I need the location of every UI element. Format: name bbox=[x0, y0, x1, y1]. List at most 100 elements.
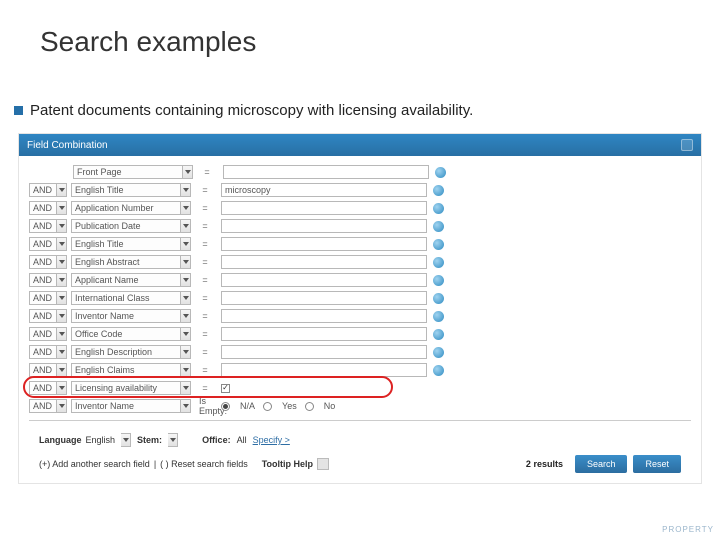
help-icon[interactable] bbox=[433, 203, 444, 214]
chevron-down-icon[interactable] bbox=[57, 237, 67, 251]
chevron-down-icon[interactable] bbox=[181, 381, 191, 395]
help-icon[interactable] bbox=[433, 221, 444, 232]
chevron-down-icon[interactable] bbox=[181, 237, 191, 251]
tooltip-help-toggle[interactable] bbox=[317, 458, 329, 470]
chevron-down-icon[interactable] bbox=[57, 183, 67, 197]
help-icon[interactable] bbox=[433, 275, 444, 286]
value-input[interactable] bbox=[221, 255, 427, 269]
stem-select[interactable] bbox=[168, 433, 178, 447]
field-value: English Title bbox=[71, 237, 181, 251]
chevron-down-icon[interactable] bbox=[181, 309, 191, 323]
reset-button[interactable]: Reset bbox=[633, 455, 681, 473]
chevron-down-icon[interactable] bbox=[57, 399, 67, 413]
value-input[interactable] bbox=[221, 345, 427, 359]
search-button[interactable]: Search bbox=[575, 455, 628, 473]
chevron-down-icon[interactable] bbox=[57, 201, 67, 215]
value-input[interactable] bbox=[221, 237, 427, 251]
language-select[interactable] bbox=[121, 433, 131, 447]
value-input[interactable] bbox=[221, 291, 427, 305]
radio-na[interactable] bbox=[221, 402, 230, 411]
chevron-down-icon[interactable] bbox=[181, 273, 191, 287]
value-input[interactable] bbox=[221, 327, 427, 341]
search-row: Front Page = bbox=[29, 164, 691, 180]
chevron-down-icon[interactable] bbox=[57, 363, 67, 377]
field-select[interactable]: Office Code bbox=[71, 327, 191, 341]
value-input[interactable] bbox=[223, 165, 429, 179]
field-select[interactable]: Publication Date bbox=[71, 219, 191, 233]
chevron-down-icon[interactable] bbox=[57, 327, 67, 341]
operator-select[interactable]: AND bbox=[29, 309, 67, 323]
bullet-square-icon bbox=[14, 106, 23, 115]
chevron-down-icon[interactable] bbox=[57, 273, 67, 287]
value-input[interactable] bbox=[221, 201, 427, 215]
value-input[interactable] bbox=[221, 309, 427, 323]
value-input[interactable] bbox=[221, 273, 427, 287]
operator-select[interactable]: AND bbox=[29, 237, 67, 251]
licensing-checkbox[interactable]: ✓ bbox=[221, 384, 230, 393]
add-field-link[interactable]: (+) Add another search field bbox=[39, 459, 150, 469]
chevron-down-icon[interactable] bbox=[57, 345, 67, 359]
chevron-down-icon[interactable] bbox=[183, 165, 193, 179]
operator-select[interactable]: AND bbox=[29, 363, 67, 377]
office-label: Office: bbox=[202, 435, 231, 445]
chevron-down-icon[interactable] bbox=[181, 219, 191, 233]
field-select[interactable]: English Title bbox=[71, 237, 191, 251]
chevron-down-icon[interactable] bbox=[181, 363, 191, 377]
field-select[interactable]: Inventor Name bbox=[71, 309, 191, 323]
help-icon[interactable] bbox=[433, 257, 444, 268]
field-select[interactable]: English Description bbox=[71, 345, 191, 359]
field-select[interactable]: Application Number bbox=[71, 201, 191, 215]
field-select[interactable]: Applicant Name bbox=[71, 273, 191, 287]
chevron-down-icon[interactable] bbox=[181, 291, 191, 305]
popout-icon[interactable] bbox=[681, 139, 693, 151]
field-select[interactable]: Licensing availability bbox=[71, 381, 191, 395]
radio-yes[interactable] bbox=[263, 402, 272, 411]
chevron-down-icon[interactable] bbox=[57, 219, 67, 233]
operator-select[interactable]: AND bbox=[29, 255, 67, 269]
value-input[interactable] bbox=[221, 219, 427, 233]
chevron-down-icon[interactable] bbox=[57, 255, 67, 269]
operator-select[interactable]: AND bbox=[29, 399, 67, 413]
chevron-down-icon[interactable] bbox=[181, 201, 191, 215]
help-icon[interactable] bbox=[435, 167, 446, 178]
chevron-down-icon[interactable] bbox=[121, 433, 131, 447]
field-select[interactable]: English Claims bbox=[71, 363, 191, 377]
field-select[interactable]: English Abstract bbox=[71, 255, 191, 269]
help-icon[interactable] bbox=[433, 347, 444, 358]
operator-select[interactable]: AND bbox=[29, 183, 67, 197]
help-icon[interactable] bbox=[433, 365, 444, 376]
chevron-down-icon[interactable] bbox=[57, 309, 67, 323]
operator-select[interactable]: AND bbox=[29, 345, 67, 359]
help-icon[interactable] bbox=[433, 311, 444, 322]
chevron-down-icon[interactable] bbox=[181, 399, 191, 413]
help-icon[interactable] bbox=[433, 185, 444, 196]
search-row: AND International Class = bbox=[29, 290, 691, 306]
radio-no[interactable] bbox=[305, 402, 314, 411]
chevron-down-icon[interactable] bbox=[181, 327, 191, 341]
operator-select[interactable]: AND bbox=[29, 273, 67, 287]
operator-select[interactable]: AND bbox=[29, 219, 67, 233]
radio-yes-label: Yes bbox=[282, 401, 297, 411]
chevron-down-icon[interactable] bbox=[168, 433, 178, 447]
reset-fields-link[interactable]: ( ) Reset search fields bbox=[160, 459, 248, 469]
field-select[interactable]: English Title bbox=[71, 183, 191, 197]
chevron-down-icon[interactable] bbox=[57, 291, 67, 305]
operator-select[interactable]: AND bbox=[29, 291, 67, 305]
operator-select[interactable]: AND bbox=[29, 327, 67, 341]
help-icon[interactable] bbox=[433, 293, 444, 304]
operator-select[interactable]: AND bbox=[29, 381, 67, 395]
operator-select[interactable]: AND bbox=[29, 201, 67, 215]
chevron-down-icon[interactable] bbox=[181, 255, 191, 269]
field-select[interactable]: Inventor Name bbox=[71, 399, 191, 413]
value-input[interactable] bbox=[221, 363, 427, 377]
value-input[interactable] bbox=[221, 183, 427, 197]
chevron-down-icon[interactable] bbox=[57, 381, 67, 395]
field-value: English Title bbox=[71, 183, 181, 197]
field-select[interactable]: Front Page bbox=[73, 165, 193, 179]
field-select[interactable]: International Class bbox=[71, 291, 191, 305]
specify-link[interactable]: Specify > bbox=[253, 435, 290, 445]
help-icon[interactable] bbox=[433, 329, 444, 340]
chevron-down-icon[interactable] bbox=[181, 345, 191, 359]
help-icon[interactable] bbox=[433, 239, 444, 250]
chevron-down-icon[interactable] bbox=[181, 183, 191, 197]
